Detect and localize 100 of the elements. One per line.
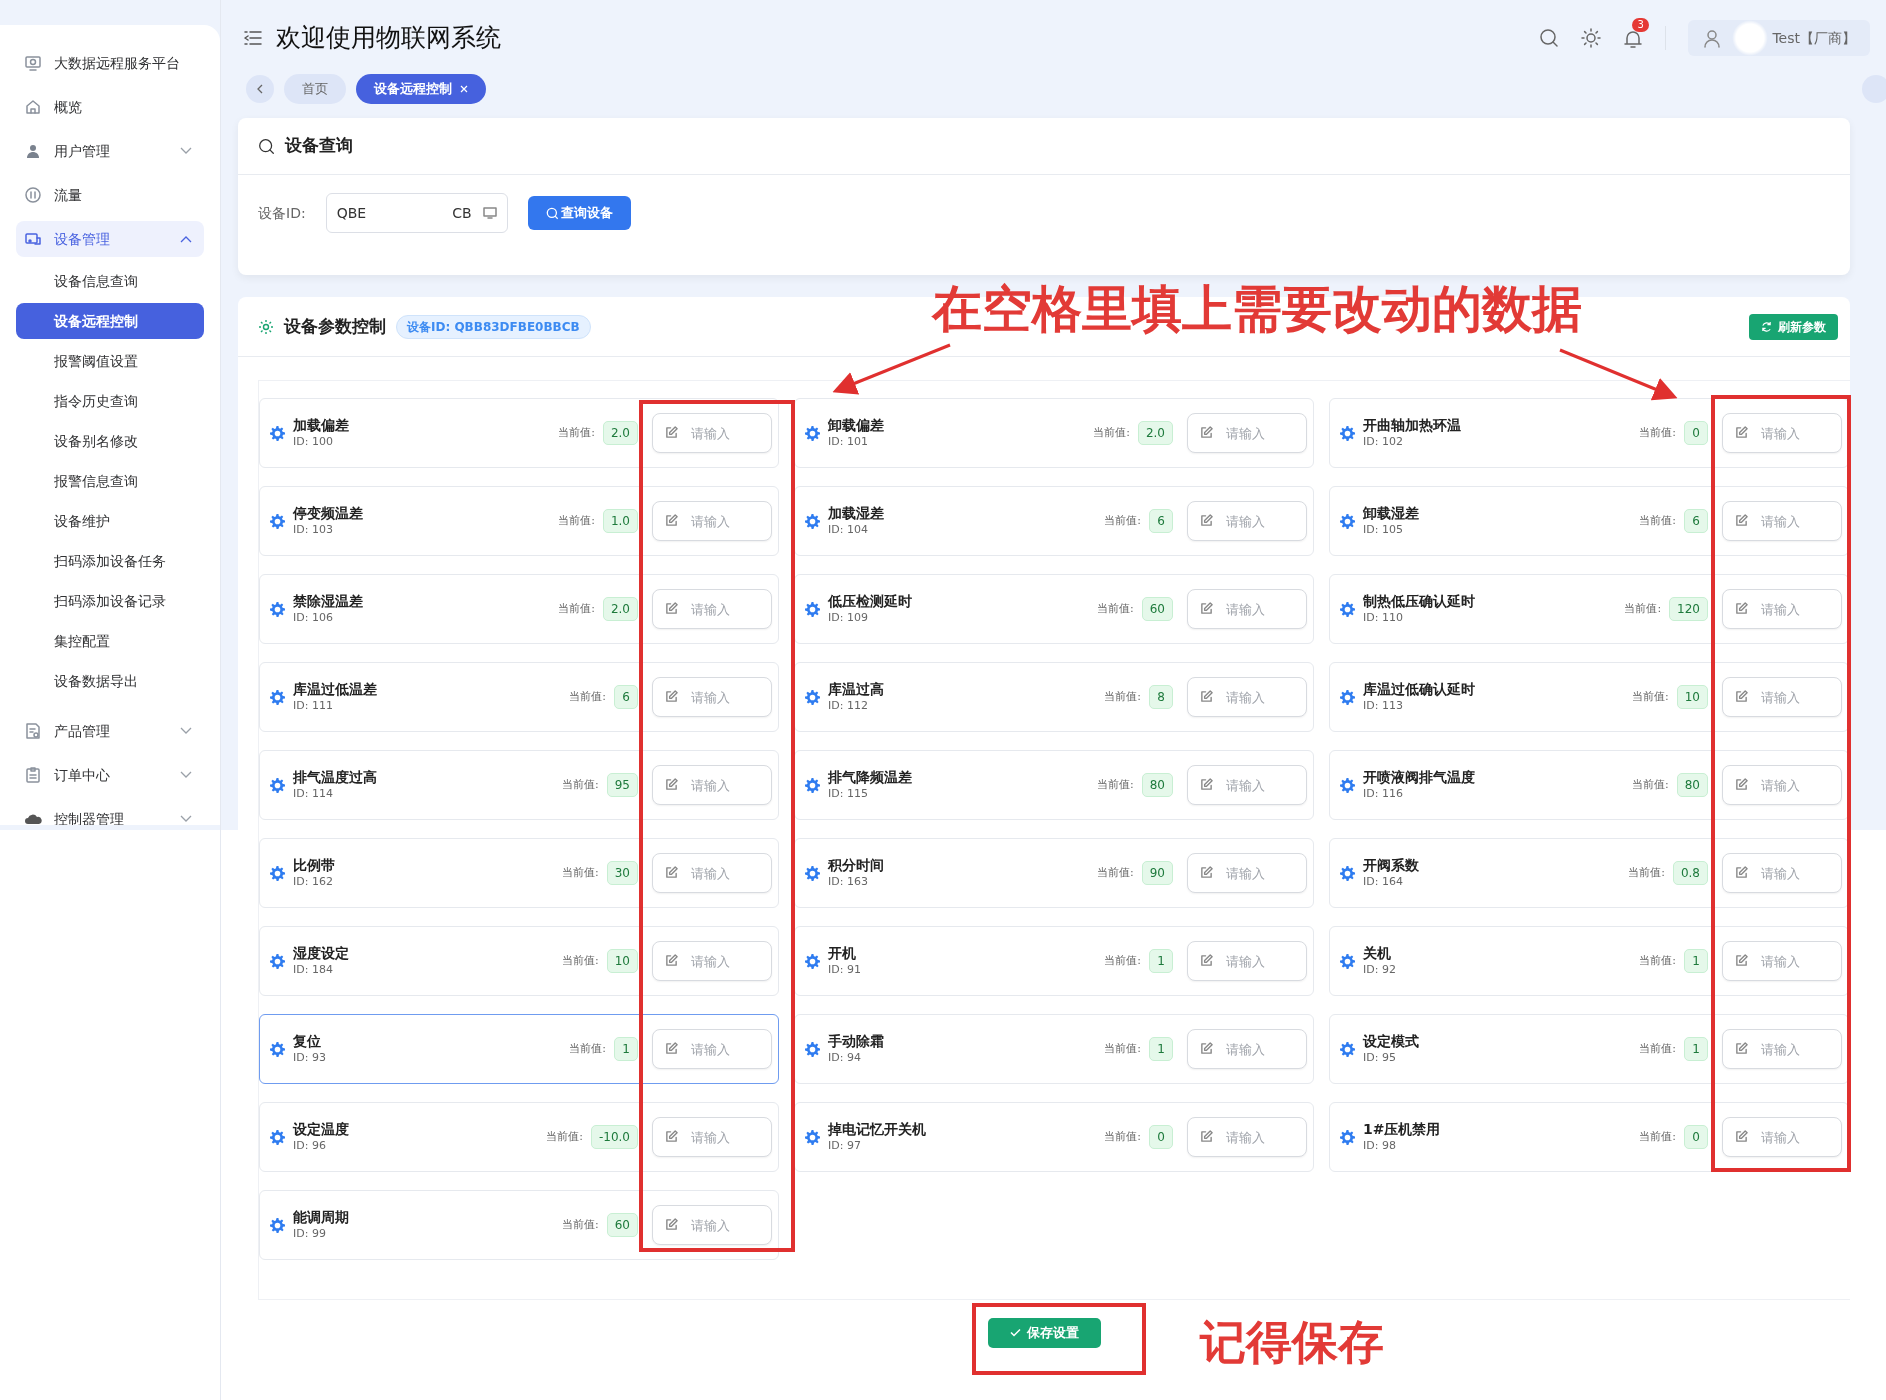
value-input[interactable]: 请输入 <box>1722 1029 1842 1069</box>
current-value: 80 <box>1676 773 1708 797</box>
parameter-id: ID: 102 <box>1363 433 1404 450</box>
value-input[interactable]: 请输入 <box>652 501 772 541</box>
value-input[interactable]: 请输入 <box>652 1117 772 1157</box>
value-input[interactable]: 请输入 <box>1187 1117 1307 1157</box>
value-input[interactable]: 请输入 <box>652 765 772 805</box>
value-input[interactable]: 请输入 <box>1722 589 1842 629</box>
parameter-name: 制热低压确认延时 <box>1363 591 1476 610</box>
parameter-id: ID: 162 <box>293 873 334 890</box>
parameter-id: ID: 103 <box>293 521 334 538</box>
tab[interactable]: 设备远程控制 <box>356 74 486 104</box>
page-title: 欢迎使用物联网系统 <box>276 22 501 55</box>
sidebar-subitem[interactable]: 设备数据导出 <box>16 661 204 701</box>
value-input[interactable]: 请输入 <box>1187 853 1307 893</box>
value-input[interactable]: 请输入 <box>1187 1029 1307 1069</box>
value-input[interactable]: 请输入 <box>652 589 772 629</box>
value-input[interactable]: 请输入 <box>1722 853 1842 893</box>
current-value-label: 当前值: <box>1104 1040 1141 1057</box>
value-input[interactable]: 请输入 <box>1187 413 1307 453</box>
sidebar-subitem[interactable]: 扫码添加设备记录 <box>16 581 204 621</box>
current-value: 60 <box>606 1213 638 1237</box>
device-id-field[interactable]: QBE CB <box>325 193 508 233</box>
value-input[interactable]: 请输入 <box>1722 1117 1842 1157</box>
sidebar-item[interactable]: 大数据远程服务平台 <box>16 41 204 85</box>
sidebar-subitem[interactable]: 设备别名修改 <box>16 421 204 461</box>
sidebar-subitem[interactable]: 指令历史查询 <box>16 381 204 421</box>
sidebar-subitem[interactable]: 扫码添加设备任务 <box>16 541 204 581</box>
value-input[interactable]: 请输入 <box>1722 765 1842 805</box>
parameter-name: 湿度设定 <box>293 943 350 962</box>
search-icon[interactable] <box>1539 28 1560 48</box>
current-value-label: 当前值: <box>1628 864 1665 881</box>
current-value: 0 <box>1149 1125 1173 1149</box>
sidebar-item[interactable]: 概览 <box>16 85 204 129</box>
sidebar-item[interactable]: 流量 <box>16 173 204 217</box>
annotation-text: 记得保存 <box>1200 1314 1384 1371</box>
sidebar-item[interactable]: 控制器管理 <box>16 797 204 825</box>
menu-icon[interactable] <box>244 31 262 45</box>
value-input[interactable]: 请输入 <box>1722 501 1842 541</box>
parameter-id: ID: 116 <box>1363 785 1404 802</box>
current-value-label: 当前值: <box>562 776 599 793</box>
sidebar-subitem[interactable]: 设备维护 <box>16 501 204 541</box>
bell-icon[interactable] <box>1623 28 1644 49</box>
query-button[interactable]: 查询设备 <box>527 196 631 230</box>
sidebar-item[interactable]: 用户管理 <box>16 129 204 173</box>
value-input[interactable]: 请输入 <box>1187 765 1307 805</box>
parameter-id: ID: 96 <box>293 1137 327 1154</box>
value-input[interactable]: 请输入 <box>1187 501 1307 541</box>
current-value: 1.0 <box>602 509 638 533</box>
current-value: 10 <box>606 949 638 973</box>
value-input[interactable]: 请输入 <box>652 1205 772 1245</box>
value-input[interactable]: 请输入 <box>1722 413 1842 453</box>
sidebar-subitem[interactable]: 报警阈值设置 <box>16 341 204 381</box>
tab[interactable]: 首页 <box>284 74 346 104</box>
value-input[interactable]: 请输入 <box>1722 677 1842 717</box>
parameter-name: 开机 <box>828 943 857 962</box>
sidebar-item[interactable]: 设备管理 <box>16 221 204 257</box>
chevron-icon <box>180 147 192 155</box>
sidebar-subitem[interactable]: 设备信息查询 <box>16 261 204 301</box>
value-input[interactable]: 请输入 <box>652 941 772 981</box>
close-icon[interactable] <box>460 85 468 93</box>
parameter-name: 复位 <box>293 1031 322 1050</box>
value-input[interactable]: 请输入 <box>652 853 772 893</box>
parameter-name: 库温过低确认延时 <box>1363 679 1476 698</box>
sun-icon[interactable] <box>1581 28 1602 48</box>
parameter-name: 1#压机禁用 <box>1363 1119 1442 1138</box>
parameter-name: 比例带 <box>293 855 336 874</box>
current-value: 1 <box>1684 949 1708 973</box>
current-value-label: 当前值: <box>1639 424 1676 441</box>
sidebar-subitem[interactable]: 报警信息查询 <box>16 461 204 501</box>
parameter-id: ID: 111 <box>293 697 334 714</box>
monitor-icon <box>482 207 497 219</box>
panel-title: 设备参数控制 <box>284 314 386 338</box>
current-value: 1 <box>1149 1037 1173 1061</box>
value-input[interactable]: 请输入 <box>652 1029 772 1069</box>
value-input[interactable]: 请输入 <box>1187 589 1307 629</box>
search-icon <box>545 206 559 220</box>
current-value-label: 当前值: <box>1639 952 1676 969</box>
current-value: 80 <box>1141 773 1173 797</box>
user-menu[interactable]: Test【厂商】 <box>1688 20 1870 56</box>
sidebar-item[interactable]: 订单中心 <box>16 753 204 797</box>
value-input[interactable]: 请输入 <box>1187 677 1307 717</box>
parameter-id: ID: 98 <box>1363 1137 1397 1154</box>
value-input[interactable]: 请输入 <box>652 677 772 717</box>
parameter-id: ID: 106 <box>293 609 334 626</box>
current-value: 95 <box>606 773 638 797</box>
current-value-label: 当前值: <box>562 864 599 881</box>
home-icon <box>24 98 42 116</box>
document-icon <box>24 722 42 740</box>
current-value-label: 当前值: <box>1632 688 1669 705</box>
value-input[interactable]: 请输入 <box>652 413 772 453</box>
parameter-name: 设定温度 <box>293 1119 350 1138</box>
current-value-label: 当前值: <box>562 952 599 969</box>
sidebar-subitem[interactable]: 设备远程控制 <box>16 303 204 339</box>
sidebar-subitem[interactable]: 集控配置 <box>16 621 204 661</box>
parameter-id: ID: 94 <box>828 1049 862 1066</box>
value-input[interactable]: 请输入 <box>1722 941 1842 981</box>
current-value: 1 <box>1149 949 1173 973</box>
sidebar-item[interactable]: 产品管理 <box>16 709 204 753</box>
value-input[interactable]: 请输入 <box>1187 941 1307 981</box>
